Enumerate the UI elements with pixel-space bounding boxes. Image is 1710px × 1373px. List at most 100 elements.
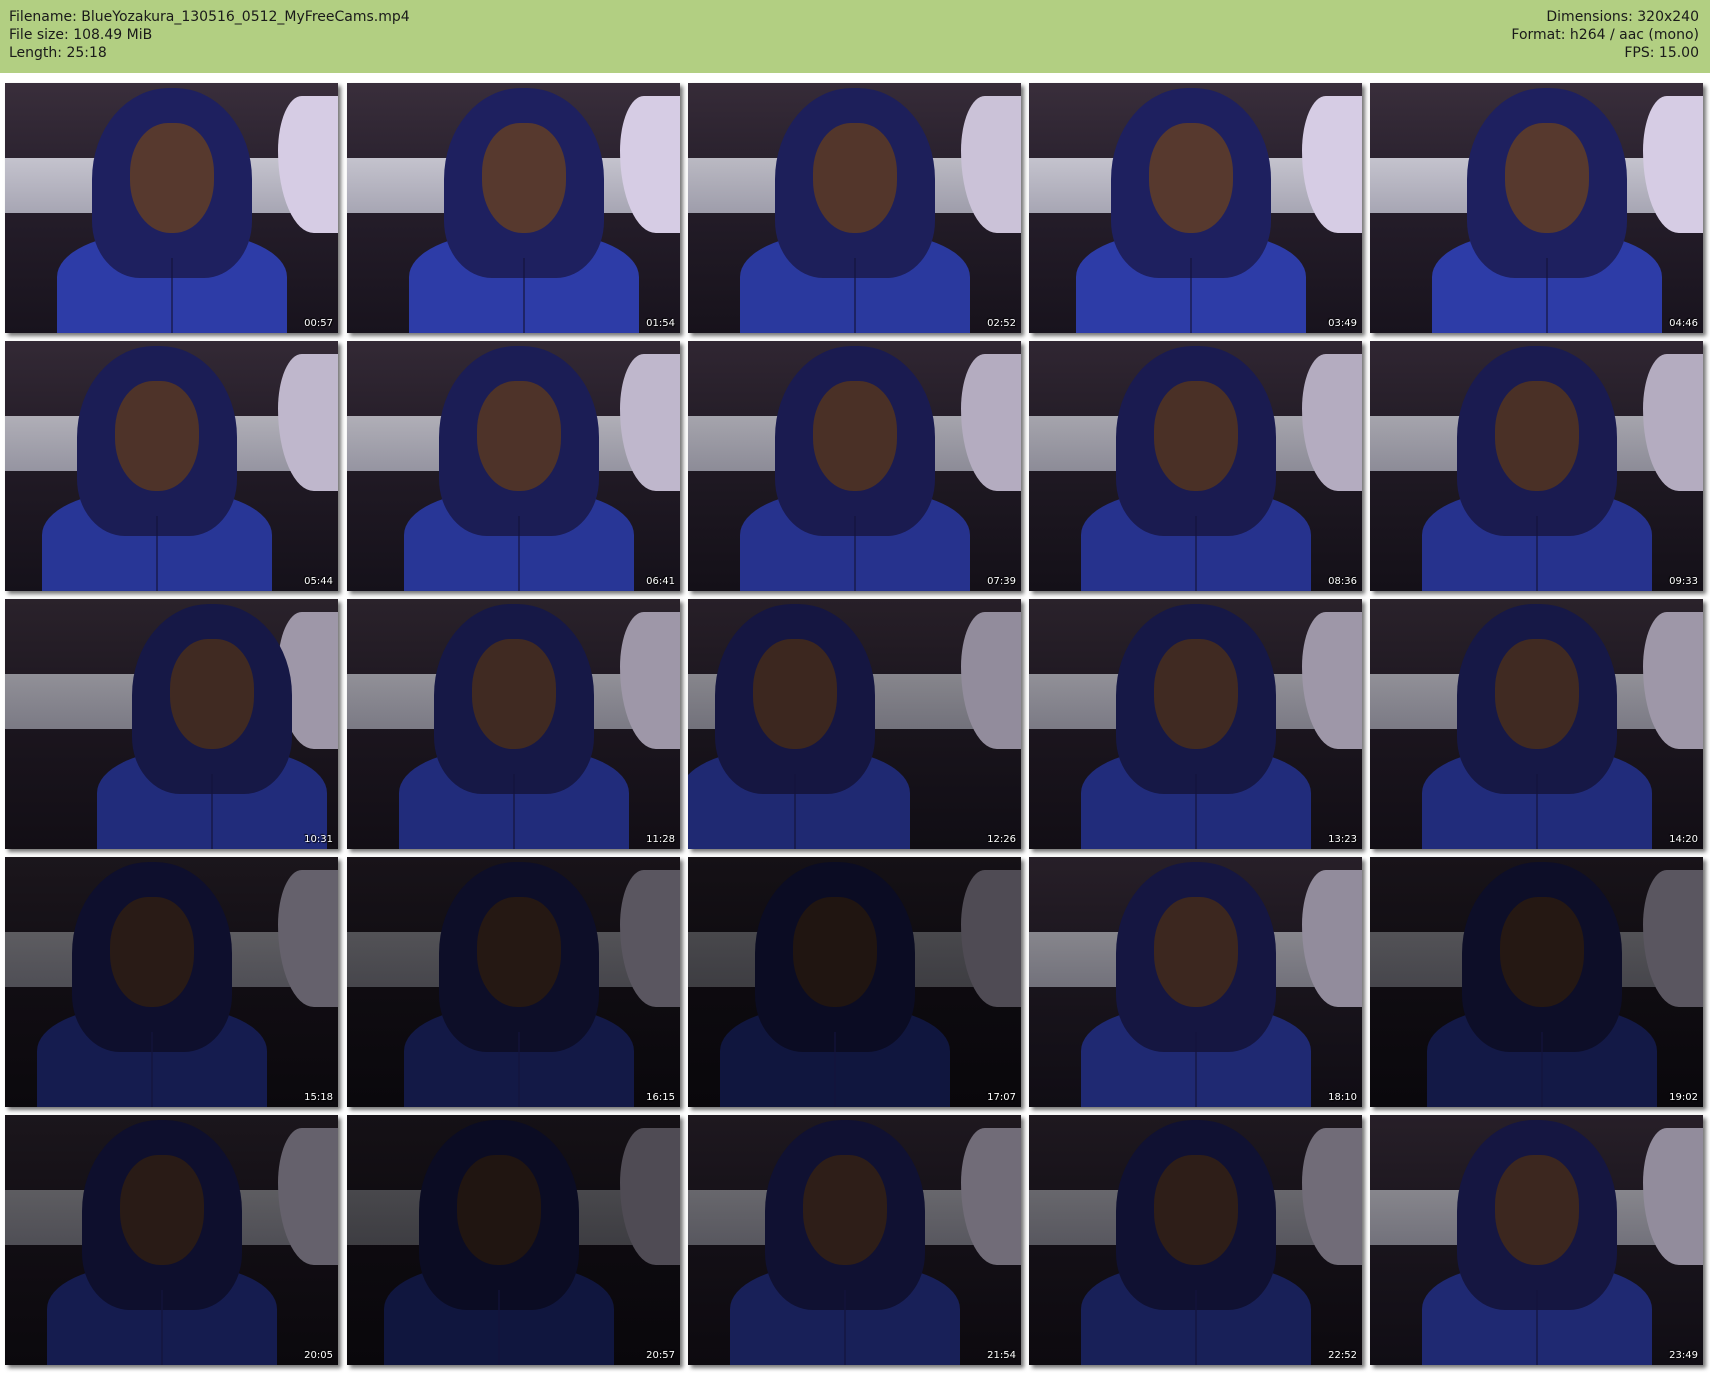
- face: [456, 1155, 541, 1265]
- jacket-zipper: [1535, 774, 1538, 849]
- timestamp-label: 03:49: [1328, 318, 1357, 329]
- timestamp-label: 06:41: [646, 576, 675, 587]
- face: [1153, 639, 1238, 749]
- thumbnail-frame: 00:57: [5, 83, 338, 333]
- timestamp-label: 20:57: [646, 1350, 675, 1361]
- filename-text: Filename: BlueYozakura_130516_0512_MyFre…: [9, 9, 410, 25]
- jacket-zipper: [1535, 1290, 1538, 1365]
- thumbnail-frame: 12:26: [688, 599, 1021, 849]
- face: [1494, 381, 1579, 491]
- thumbnail-frame: 03:49: [1029, 83, 1362, 333]
- timestamp-label: 18:10: [1328, 1092, 1357, 1103]
- timestamp-label: 09:33: [1669, 576, 1698, 587]
- thumbnail-frame: 19:02: [1370, 857, 1703, 1107]
- jacket-zipper: [517, 516, 520, 591]
- face: [802, 1155, 887, 1265]
- thumbnail-frame: 07:39: [688, 341, 1021, 591]
- jacket-zipper: [512, 774, 515, 849]
- face: [1499, 897, 1584, 1007]
- timestamp-label: 15:18: [304, 1092, 333, 1103]
- fps-text: FPS: 15.00: [1624, 45, 1699, 61]
- timestamp-label: 23:49: [1669, 1350, 1698, 1361]
- thumbnail-frame: 08:36: [1029, 341, 1362, 591]
- face: [1153, 897, 1238, 1007]
- thumbnail-frame: 15:18: [5, 857, 338, 1107]
- thumbnail-frame: 04:46: [1370, 83, 1703, 333]
- timestamp-label: 16:15: [646, 1092, 675, 1103]
- thumbnail-frame: 05:44: [5, 341, 338, 591]
- jacket-zipper: [170, 258, 173, 333]
- jacket-zipper: [1194, 1032, 1197, 1107]
- thumbnail-frame: 10:31: [5, 599, 338, 849]
- thumbnail-frame: 20:57: [347, 1115, 680, 1365]
- jacket-zipper: [1545, 258, 1548, 333]
- timestamp-label: 20:05: [304, 1350, 333, 1361]
- thumbnail-frame: 17:07: [688, 857, 1021, 1107]
- face: [114, 381, 199, 491]
- jacket-zipper: [210, 774, 213, 849]
- file-info-right: Dimensions: 320x240 Format: h264 / aac (…: [1511, 8, 1699, 62]
- jacket-zipper: [843, 1290, 846, 1365]
- jacket-zipper: [497, 1290, 500, 1365]
- timestamp-label: 07:39: [987, 576, 1016, 587]
- thumbnail-frame: 11:28: [347, 599, 680, 849]
- jacket-zipper: [833, 1032, 836, 1107]
- jacket-zipper: [160, 1290, 163, 1365]
- thumbnail-frame: 18:10: [1029, 857, 1362, 1107]
- thumbnail-frame: 21:54: [688, 1115, 1021, 1365]
- thumbnail-frame: 22:52: [1029, 1115, 1362, 1365]
- timestamp-label: 05:44: [304, 576, 333, 587]
- jacket-zipper: [853, 258, 856, 333]
- timestamp-label: 12:26: [987, 834, 1016, 845]
- jacket-zipper: [155, 516, 158, 591]
- timestamp-label: 00:57: [304, 318, 333, 329]
- jacket-zipper: [1194, 774, 1197, 849]
- jacket-zipper: [517, 1032, 520, 1107]
- thumbnail-frame: 13:23: [1029, 599, 1362, 849]
- thumbnail-frame: 20:05: [5, 1115, 338, 1365]
- filesize-text: File size: 108.49 MiB: [9, 27, 153, 43]
- timestamp-label: 01:54: [646, 318, 675, 329]
- face: [792, 897, 877, 1007]
- format-text: Format: h264 / aac (mono): [1511, 27, 1699, 43]
- timestamp-label: 04:46: [1669, 318, 1698, 329]
- thumbnail-frame: 01:54: [347, 83, 680, 333]
- jacket-zipper: [1535, 516, 1538, 591]
- length-text: Length: 25:18: [9, 45, 107, 61]
- face: [476, 381, 561, 491]
- face: [812, 381, 897, 491]
- thumbnail-frame: 06:41: [347, 341, 680, 591]
- face: [752, 639, 837, 749]
- jacket-zipper: [853, 516, 856, 591]
- thumbnail-frame: 02:52: [688, 83, 1021, 333]
- face: [812, 123, 897, 233]
- face: [129, 123, 214, 233]
- face: [1494, 639, 1579, 749]
- face: [1504, 123, 1589, 233]
- timestamp-label: 08:36: [1328, 576, 1357, 587]
- jacket-zipper: [150, 1032, 153, 1107]
- timestamp-label: 14:20: [1669, 834, 1698, 845]
- timestamp-label: 19:02: [1669, 1092, 1698, 1103]
- face: [471, 639, 556, 749]
- face: [1494, 1155, 1579, 1265]
- timestamp-label: 17:07: [987, 1092, 1016, 1103]
- face: [476, 897, 561, 1007]
- face: [169, 639, 254, 749]
- face: [109, 897, 194, 1007]
- timestamp-label: 21:54: [987, 1350, 1016, 1361]
- jacket-zipper: [522, 258, 525, 333]
- thumbnail-frame: 09:33: [1370, 341, 1703, 591]
- timestamp-label: 10:31: [304, 834, 333, 845]
- timestamp-label: 13:23: [1328, 834, 1357, 845]
- jacket-zipper: [1540, 1032, 1543, 1107]
- jacket-zipper: [793, 774, 796, 849]
- timestamp-label: 11:28: [646, 834, 675, 845]
- thumbnail-frame: 14:20: [1370, 599, 1703, 849]
- timestamp-label: 22:52: [1328, 1350, 1357, 1361]
- face: [1148, 123, 1233, 233]
- face: [1153, 1155, 1238, 1265]
- file-info-left: Filename: BlueYozakura_130516_0512_MyFre…: [9, 8, 410, 62]
- jacket-zipper: [1194, 516, 1197, 591]
- jacket-zipper: [1194, 1290, 1197, 1365]
